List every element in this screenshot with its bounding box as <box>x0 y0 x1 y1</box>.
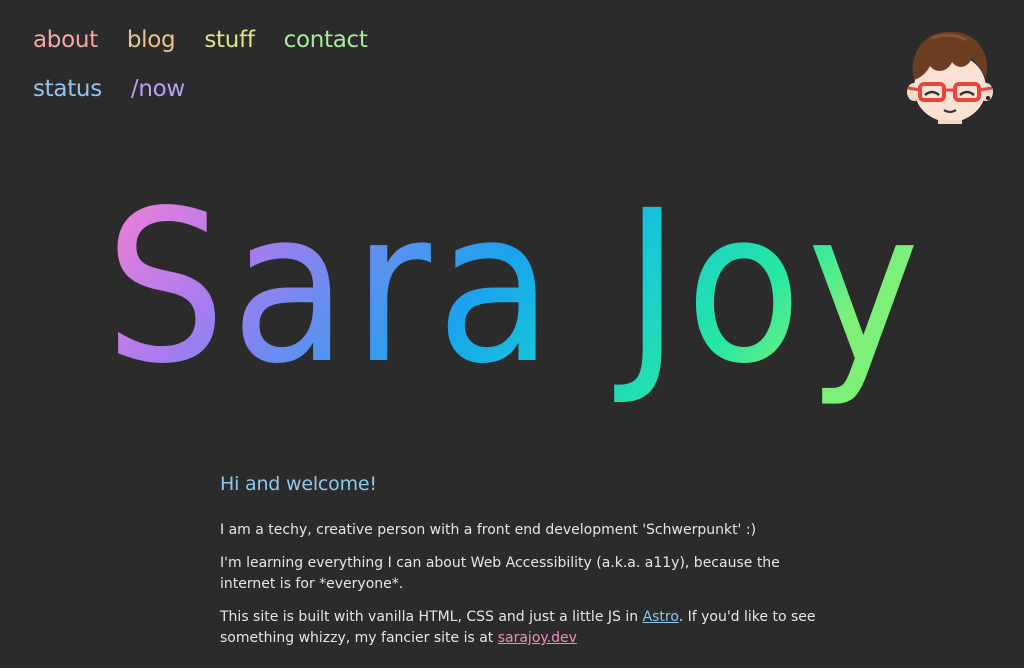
sarajoy-dev-link[interactable]: sarajoy.dev <box>498 630 577 646</box>
nav-link-blog[interactable]: blog <box>127 24 176 56</box>
astro-link[interactable]: Astro <box>643 609 679 625</box>
site-logo-title: Sara Joy <box>90 165 940 430</box>
intro-paragraph-3: This site is built with vanilla HTML, CS… <box>220 607 820 649</box>
nav-row-secondary: status /now <box>33 73 393 122</box>
nav-row-primary: about blog stuff contact <box>33 24 393 73</box>
hero-title-text: Sara Joy <box>105 170 925 410</box>
avatar[interactable] <box>902 24 998 124</box>
cartoon-face-with-red-glasses-icon <box>907 31 993 124</box>
hero-title-svg: Sara Joy <box>105 165 925 410</box>
nav-link-now[interactable]: /now <box>131 73 185 105</box>
p3-text-before: This site is built with vanilla HTML, CS… <box>220 609 643 625</box>
nav-link-stuff[interactable]: stuff <box>204 24 255 56</box>
intro-paragraph-2: I'm learning everything I can about Web … <box>220 555 780 592</box>
intro-paragraph-1: I am a techy, creative person with a fro… <box>220 522 757 538</box>
nav-link-about[interactable]: about <box>33 24 98 56</box>
nav-link-contact[interactable]: contact <box>284 24 368 56</box>
intro-section: Hi and welcome! I am a techy, creative p… <box>220 470 820 661</box>
nav-link-status[interactable]: status <box>33 73 102 105</box>
main-nav: about blog stuff contact status /now <box>33 24 393 122</box>
welcome-heading: Hi and welcome! <box>220 473 377 495</box>
